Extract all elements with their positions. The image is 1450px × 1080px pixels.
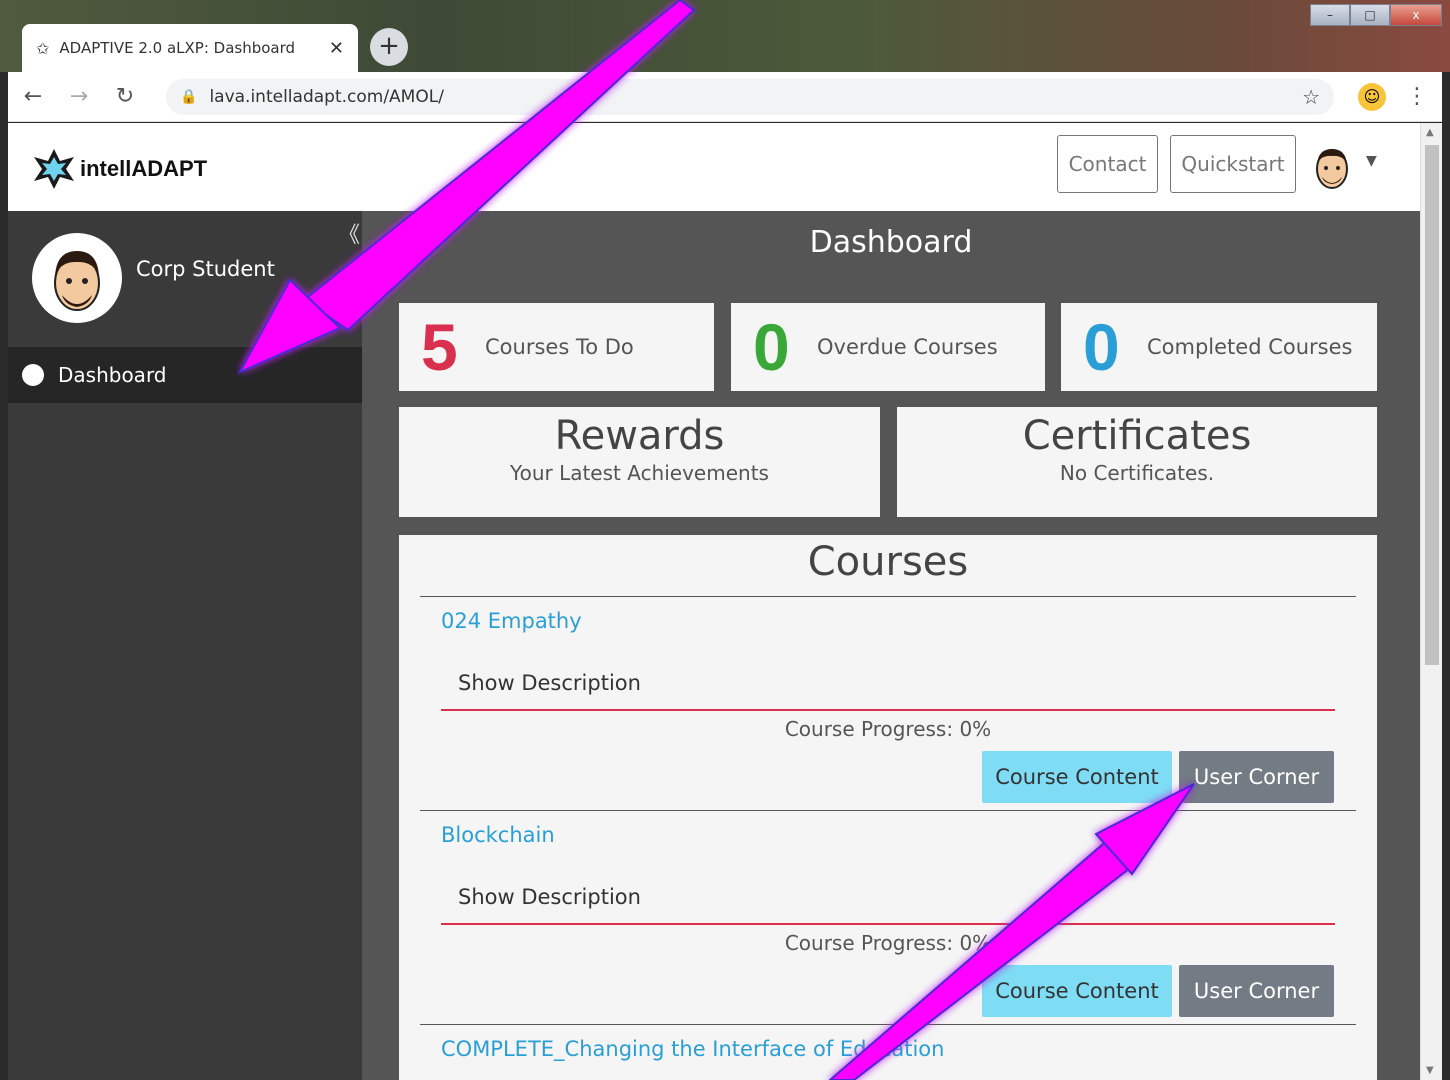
course-title-link[interactable]: COMPLETE_Changing the Interface of Educa…	[441, 1037, 944, 1061]
page-scrollbar[interactable]: ▲ ▼	[1420, 123, 1442, 1080]
stat-overdue-courses: 0 Overdue Courses	[731, 303, 1045, 391]
reload-icon[interactable]: ↻	[114, 84, 136, 109]
user-name: Corp Student	[136, 257, 275, 281]
sidebar: Corp Student 《 Dashboard	[8, 211, 362, 1080]
logo[interactable]: intellADAPT	[32, 147, 207, 191]
logo-star-icon	[34, 149, 74, 189]
user-corner-button[interactable]: User Corner	[1179, 965, 1334, 1017]
user-avatar-large-icon	[32, 233, 122, 323]
scroll-thumb[interactable]	[1425, 145, 1439, 665]
stat-label: Overdue Courses	[817, 335, 998, 359]
url-input[interactable]: 🔒 lava.intelladapt.com/AMOL/ ☆	[166, 78, 1334, 115]
sidebar-item-label: Dashboard	[58, 363, 167, 387]
address-bar: ← → ↻ 🔒 lava.intelladapt.com/AMOL/ ☆ ☺ ⋮	[8, 72, 1442, 122]
page-viewport: intellADAPT Contact Quickstart ▼ Corp St…	[8, 123, 1420, 1080]
courses-title: Courses	[807, 539, 969, 585]
course-title-link[interactable]: 024 Empathy	[441, 609, 582, 633]
stat-courses-to-do: 5 Courses To Do	[399, 303, 714, 391]
courses-card: Courses 024 Empathy Show Description Cou…	[399, 535, 1377, 1080]
show-description-toggle[interactable]: Show Description	[458, 885, 641, 909]
close-window-button[interactable]: x	[1390, 4, 1442, 26]
forward-icon[interactable]: →	[68, 84, 90, 109]
tab-close-icon[interactable]: ✕	[329, 38, 344, 59]
window-titlebar: – □ x ✩ ADAPTIVE 2.0 aLXP: Dashboard ✕ +	[0, 0, 1450, 72]
divider	[441, 923, 1335, 925]
contact-button[interactable]: Contact	[1057, 135, 1158, 193]
user-corner-button[interactable]: User Corner	[1179, 751, 1334, 803]
stat-label: Completed Courses	[1147, 335, 1353, 359]
certificates-subtitle: No Certificates.	[1059, 461, 1215, 485]
browser-tab[interactable]: ✩ ADAPTIVE 2.0 aLXP: Dashboard ✕	[22, 24, 358, 72]
stat-label: Courses To Do	[485, 335, 634, 359]
top-navbar: intellADAPT Contact Quickstart ▼	[8, 123, 1420, 211]
logo-text: intellADAPT	[80, 156, 208, 181]
circle-icon	[22, 364, 44, 386]
collapse-sidebar-icon[interactable]: 《	[338, 217, 360, 249]
course-item: 024 Empathy Show Description Course Prog…	[420, 596, 1356, 810]
course-title-link[interactable]: Blockchain	[441, 823, 555, 847]
main-content: Dashboard 5 Courses To Do 0 Overdue Cour…	[362, 211, 1420, 1080]
course-item: COMPLETE_Changing the Interface of Educa…	[420, 1024, 1356, 1080]
rewards-subtitle: Your Latest Achievements	[510, 461, 769, 485]
scroll-down-icon[interactable]: ▼	[1426, 1065, 1434, 1076]
tab-title: ADAPTIVE 2.0 aLXP: Dashboard	[59, 39, 296, 57]
course-item: Blockchain Show Description Course Progr…	[420, 810, 1356, 1024]
star-favicon-icon: ✩	[36, 38, 50, 58]
maximize-button[interactable]: □	[1350, 4, 1390, 26]
stat-value: 5	[421, 310, 458, 384]
lock-icon[interactable]: 🔒	[180, 89, 197, 105]
sidebar-profile: Corp Student 《	[8, 211, 362, 347]
stat-value: 0	[753, 310, 790, 384]
stat-completed-courses: 0 Completed Courses	[1061, 303, 1377, 391]
course-content-button[interactable]: Course Content	[982, 965, 1172, 1017]
quickstart-button[interactable]: Quickstart	[1170, 135, 1296, 193]
course-content-button[interactable]: Course Content	[982, 751, 1172, 803]
user-avatar-icon[interactable]	[1310, 143, 1354, 191]
rewards-card: Rewards Your Latest Achievements	[399, 407, 880, 517]
browser-menu-icon[interactable]: ⋮	[1406, 84, 1428, 109]
course-progress: Course Progress: 0%	[784, 931, 992, 955]
scroll-up-icon[interactable]: ▲	[1426, 127, 1434, 138]
divider	[441, 709, 1335, 711]
show-description-toggle[interactable]: Show Description	[458, 671, 641, 695]
minimize-button[interactable]: –	[1310, 4, 1350, 26]
window-controls: – □ x	[1310, 4, 1442, 26]
course-progress: Course Progress: 0%	[784, 717, 992, 741]
browser-profile-icon[interactable]: ☺	[1358, 82, 1386, 111]
page-title: Dashboard	[809, 225, 973, 260]
back-icon[interactable]: ←	[22, 84, 44, 109]
bookmark-star-icon[interactable]: ☆	[1302, 85, 1320, 109]
certificates-title: Certificates	[1022, 413, 1252, 459]
rewards-title: Rewards	[554, 413, 725, 459]
stat-value: 0	[1083, 310, 1120, 384]
certificates-card: Certificates No Certificates.	[897, 407, 1377, 517]
sidebar-item-dashboard[interactable]: Dashboard	[8, 347, 362, 403]
chevron-down-icon[interactable]: ▼	[1366, 153, 1377, 169]
url-text: lava.intelladapt.com/AMOL/	[209, 86, 444, 107]
new-tab-button[interactable]: +	[370, 28, 408, 66]
